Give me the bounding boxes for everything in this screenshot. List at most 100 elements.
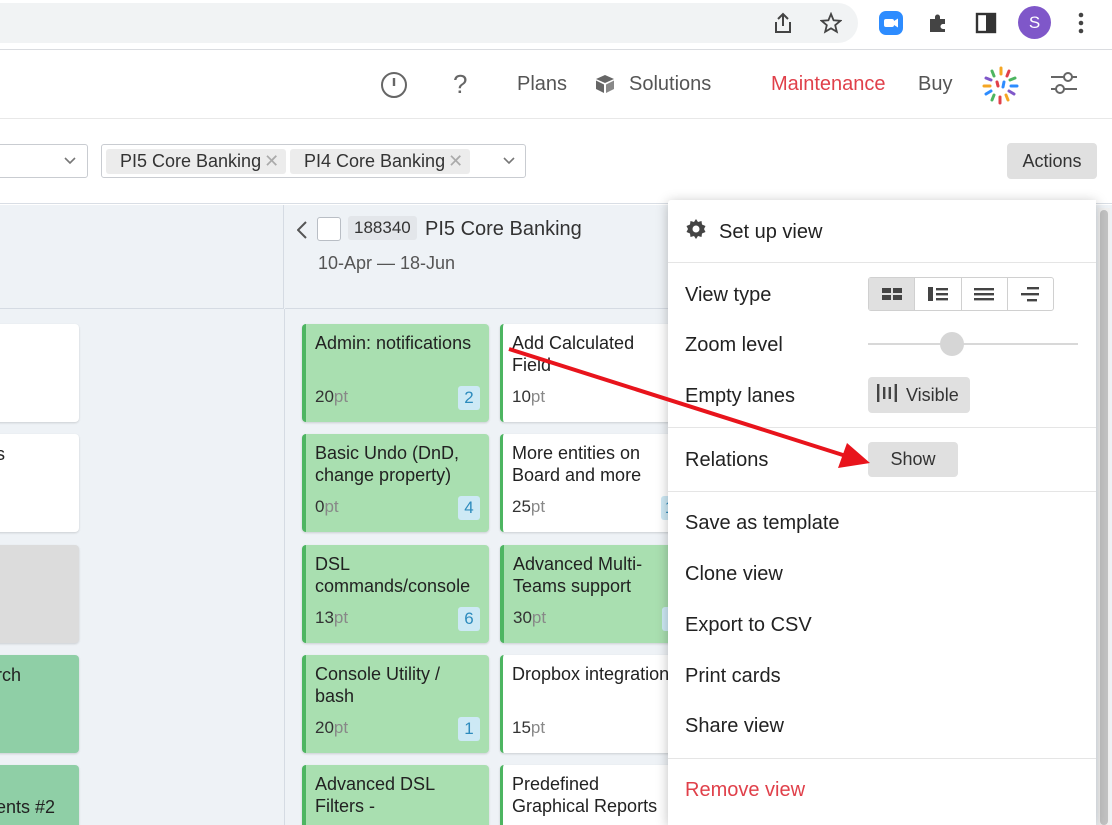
zoom-slider-track[interactable] [868, 343, 1078, 345]
chevron-down-icon [61, 152, 79, 170]
card-points: 25pt [512, 497, 546, 516]
menu-export-csv[interactable]: Export to CSV [685, 614, 812, 637]
card[interactable]: More entities on Board and more 25pt 1( [500, 434, 680, 532]
timeline-view-icon[interactable] [1008, 278, 1053, 310]
chip-label: PI4 Core Banking [304, 151, 446, 171]
card[interactable]: DSL commands/console 13pt 6 [302, 545, 489, 643]
card-points: 15pt [512, 718, 546, 737]
nav-maintenance[interactable]: Maintenance [771, 73, 886, 96]
card-points: 30pt [513, 608, 547, 627]
share-icon[interactable] [768, 8, 798, 38]
card[interactable]: Admin: notifications 20pt 2 [302, 324, 489, 422]
lanes-visible-icon [876, 382, 898, 409]
board-view-icon[interactable] [869, 278, 916, 310]
card[interactable]: Predefined Graphical Reports [500, 765, 680, 825]
lane-id-badge: 188340 [348, 216, 417, 240]
relations-label: Relations [685, 449, 769, 471]
nav-plans[interactable]: Plans [517, 73, 567, 96]
zoom-slider-thumb[interactable] [940, 332, 964, 356]
card-title: rch [0, 665, 22, 685]
card-points: 20pt [315, 718, 349, 737]
card-title: Advanced DSL Filters - [315, 774, 435, 816]
app-header: ? Plans Solutions Maintenance Buy [0, 51, 1112, 119]
list-view-icon[interactable] [962, 278, 1008, 310]
solutions-box-icon [590, 69, 620, 99]
card-badge: 6 [458, 607, 480, 631]
empty-lanes-label: Empty lanes [685, 385, 796, 407]
card[interactable]: ents #2 [0, 765, 79, 825]
empty-lanes-visible-button[interactable]: Visible [868, 377, 970, 413]
settings-sliders-icon[interactable] [1049, 68, 1079, 98]
card[interactable]: Console Utility / bash 20pt 1 [302, 655, 489, 753]
gear-icon [685, 218, 707, 246]
actions-button[interactable]: Actions [1007, 143, 1097, 179]
menu-print-cards[interactable]: Print cards [685, 665, 781, 688]
relations-show-button[interactable]: Show [868, 442, 958, 477]
extensions-puzzle-icon[interactable] [923, 8, 953, 38]
chevron-down-icon [500, 152, 518, 170]
lane-title: PI5 Core Banking [425, 218, 582, 240]
brand-logo-icon[interactable] [978, 63, 1024, 109]
help-icon[interactable]: ? [453, 69, 467, 100]
lane-dates: 10-Apr — 18-Jun [318, 253, 456, 273]
chip-remove-icon[interactable]: ✕ [448, 151, 463, 171]
card[interactable]: Advanced DSL Filters - [302, 765, 489, 825]
menu-setup-view[interactable]: Set up view [685, 218, 822, 246]
card-points: 20pt [315, 387, 349, 406]
avatar-letter: S [1028, 12, 1041, 32]
nav-solutions[interactable]: Solutions [629, 73, 711, 96]
menu-clone-view[interactable]: Clone view [685, 563, 783, 586]
profile-avatar[interactable]: S [1018, 6, 1051, 39]
actions-menu: Set up view View type Zoom level Empty l… [668, 200, 1096, 825]
lane-filter-select[interactable]: PI5 Core Banking ✕ PI4 Core Banking ✕ [101, 144, 526, 178]
card[interactable]: Dropbox integration 15pt [500, 655, 680, 753]
filter-bar: PI5 Core Banking ✕ PI4 Core Banking ✕ Acti… [0, 120, 1112, 204]
view-type-toggle [868, 277, 1054, 311]
zoom-level-label: Zoom level [685, 334, 783, 356]
browser-toolbar: S [0, 0, 1112, 50]
chip-remove-icon[interactable]: ✕ [264, 151, 279, 171]
filter-select-left[interactable] [0, 144, 88, 178]
card-title: More entities on Board and more [512, 443, 642, 485]
card[interactable] [0, 545, 79, 643]
card-title: Advanced Multi-Teams support [513, 554, 643, 596]
scrollbar-thumb[interactable] [1100, 210, 1108, 825]
card[interactable]: Basic Undo (DnD, change property) 0pt 4 [302, 434, 489, 532]
menu-divider [668, 427, 1096, 428]
card-title: Console Utility / bash [315, 664, 441, 706]
clock-alert-icon[interactable] [379, 70, 409, 100]
visible-label: Visible [906, 384, 959, 405]
card-points: 0pt [315, 497, 339, 516]
list-detail-view-icon[interactable] [915, 278, 962, 310]
nav-buy[interactable]: Buy [918, 73, 952, 96]
card[interactable]: Add Calculated Field 10pt [500, 324, 680, 422]
menu-remove-view[interactable]: Remove view [685, 779, 805, 802]
card-title: Basic Undo (DnD, change property) [315, 443, 460, 485]
card-title: Add Calculated Field [512, 333, 635, 375]
kebab-menu-icon[interactable] [1066, 8, 1096, 38]
address-bar[interactable] [0, 3, 858, 43]
card-points: 10pt [512, 387, 546, 406]
card-badge: 1 [458, 717, 480, 741]
column-divider [284, 309, 285, 825]
card[interactable]: s [0, 434, 79, 532]
side-panel-icon[interactable] [971, 8, 1001, 38]
card-title: Predefined Graphical Reports [512, 774, 658, 816]
menu-share-view[interactable]: Share view [685, 715, 784, 738]
card-title: Admin: notifications [315, 333, 472, 353]
zoom-extension-icon[interactable] [876, 8, 906, 38]
lane-header-prev [0, 205, 284, 309]
card-title: Dropbox integration [512, 664, 670, 684]
menu-save-template[interactable]: Save as template [685, 512, 840, 535]
filter-chip: PI4 Core Banking ✕ [290, 149, 470, 174]
lane-checkbox[interactable] [317, 217, 341, 241]
bookmark-star-icon[interactable] [816, 8, 846, 38]
chevron-left-icon[interactable] [293, 219, 311, 241]
card-points: 13pt [315, 608, 349, 627]
card[interactable]: Advanced Multi-Teams support 30pt 7 [500, 545, 680, 643]
card[interactable]: rch [0, 655, 79, 753]
card-badge: 4 [458, 496, 480, 520]
card-badge: 2 [458, 386, 480, 410]
card[interactable] [0, 324, 79, 422]
menu-setup-view-label: Set up view [719, 220, 823, 243]
